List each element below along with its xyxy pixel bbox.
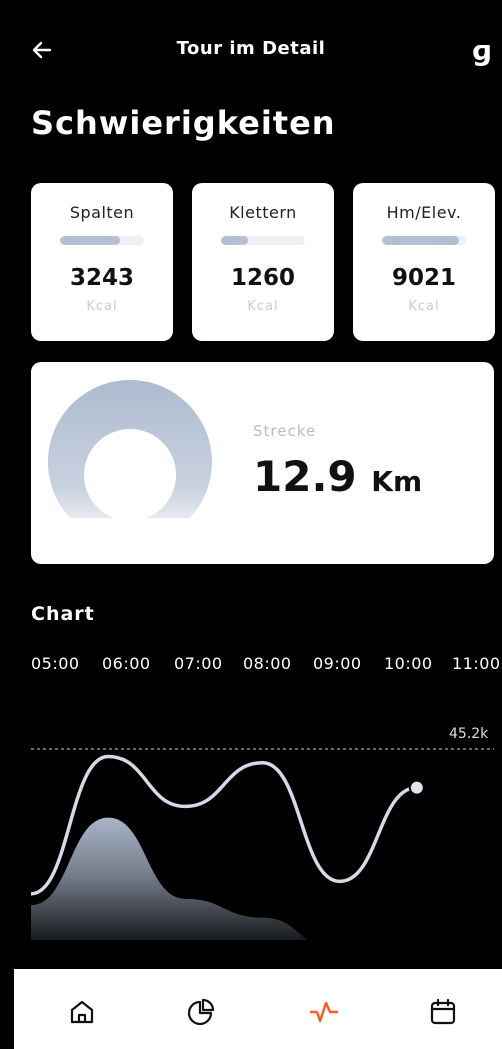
stat-label: Klettern (229, 203, 297, 222)
distance-card[interactable]: Strecke 12.9 Km (31, 362, 494, 564)
x-tick-label: 09:00 (313, 654, 362, 673)
highlight-point[interactable] (408, 779, 425, 796)
distance-number: 12.9 (253, 452, 357, 501)
stat-card-klettern[interactable]: Klettern 1260 Kcal (192, 183, 334, 341)
stat-value: 9021 (391, 265, 456, 291)
calendar-icon[interactable] (428, 997, 458, 1027)
chart-title: Chart (31, 603, 95, 625)
x-tick-label: 06:00 (102, 654, 151, 673)
stat-card-spalten[interactable]: Spalten 3243 Kcal (31, 183, 173, 341)
stat-unit: Kcal (247, 299, 279, 314)
stat-value: 3243 (69, 265, 134, 291)
area-series (31, 817, 494, 950)
donut-ring (47, 380, 212, 522)
distance-value: 12.9 Km (253, 452, 422, 501)
stat-unit: Kcal (86, 299, 118, 314)
distance-unit: Km (371, 465, 423, 498)
distance-label: Strecke (253, 422, 317, 440)
highlight-label: 45.2k (449, 726, 489, 742)
bottom-tab-bar (14, 969, 502, 1049)
x-tick-label: 11:00 (452, 654, 501, 673)
x-tick-label: 05:00 (31, 654, 80, 673)
header: Tour im Detail ɡ (0, 0, 502, 100)
stat-progress-fill (221, 236, 248, 245)
stat-progress-bar (382, 236, 466, 245)
stat-progress-fill (382, 236, 460, 245)
stat-card-elevation[interactable]: Hm/Elev. 9021 Kcal (353, 183, 495, 341)
stat-label: Hm/Elev. (386, 203, 462, 222)
x-tick-label: 08:00 (243, 654, 292, 673)
home-icon[interactable] (67, 997, 97, 1027)
pie-chart-icon[interactable] (186, 997, 216, 1027)
stat-value: 1260 (230, 265, 295, 291)
stat-unit: Kcal (408, 299, 440, 314)
stat-progress-fill (60, 236, 121, 245)
page-header-title: Tour im Detail (176, 38, 326, 59)
x-tick-label: 07:00 (174, 654, 223, 673)
area-chart[interactable] (31, 690, 494, 950)
brand-logo: ɡ (471, 34, 492, 67)
stat-label: Spalten (69, 203, 135, 222)
x-axis-ticks: 05:00 06:00 07:00 08:00 09:00 10:00 11:0… (31, 654, 500, 676)
x-tick-label: 10:00 (384, 654, 433, 673)
donut-chart (47, 380, 213, 522)
stat-progress-bar (221, 236, 305, 245)
page-title: Schwierigkeiten (31, 104, 336, 142)
stat-progress-bar (60, 236, 144, 245)
activity-icon[interactable] (309, 997, 339, 1027)
